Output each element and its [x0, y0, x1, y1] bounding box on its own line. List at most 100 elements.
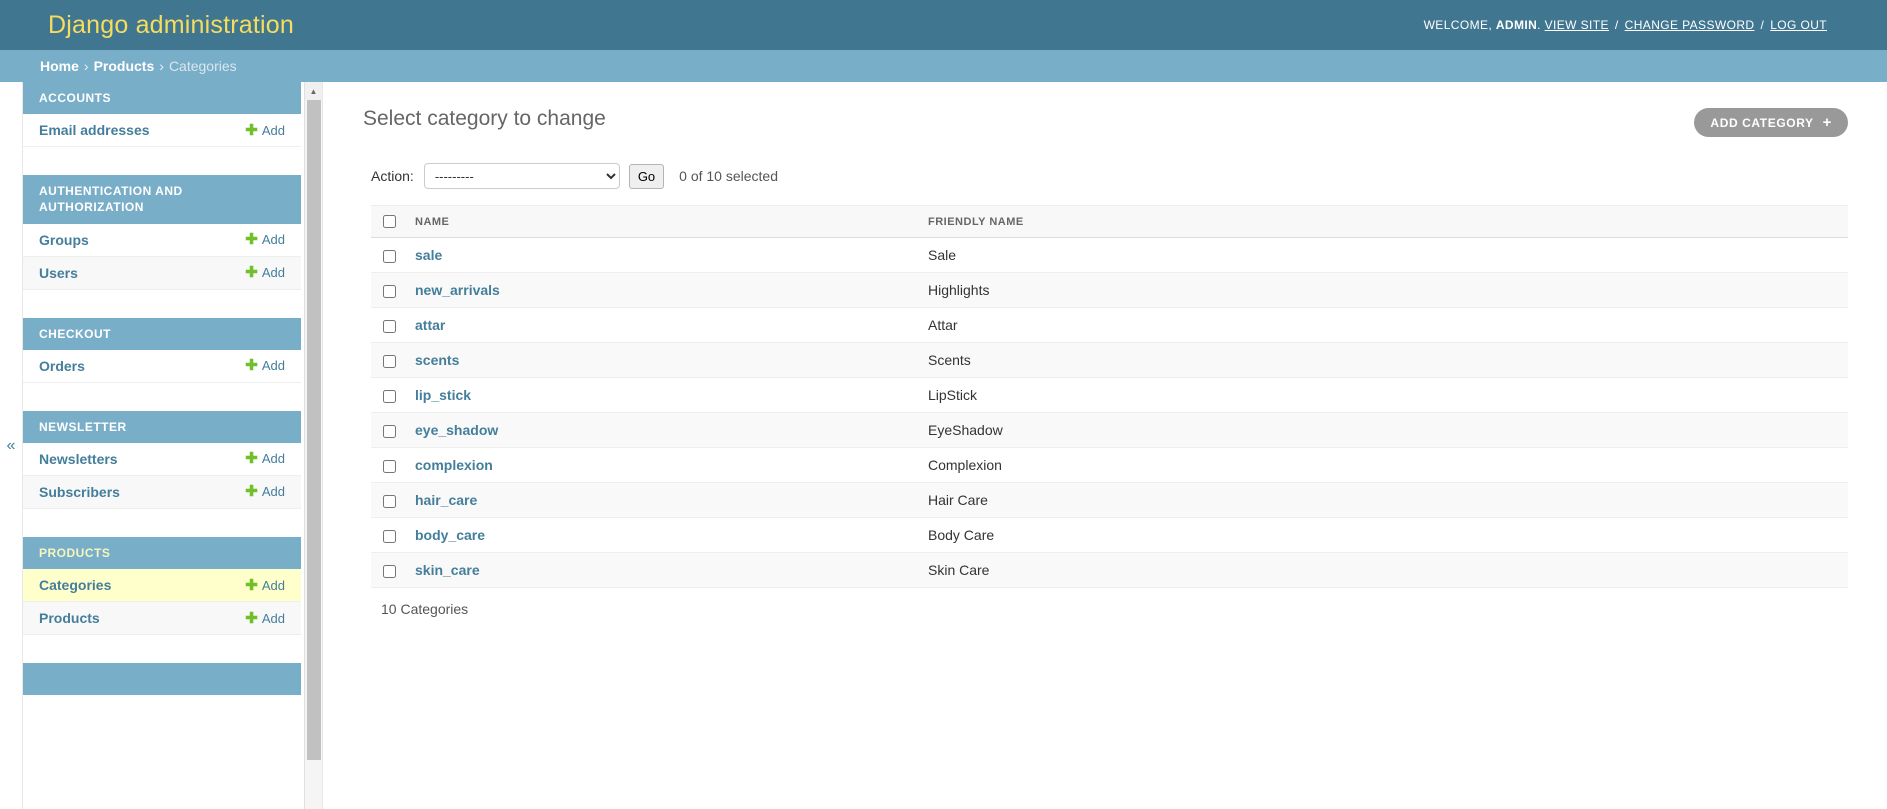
view-site-link[interactable]: VIEW SITE [1545, 18, 1609, 32]
sidebar-item-products[interactable]: Products ✚ Add [23, 602, 301, 636]
row-select-checkbox[interactable] [383, 284, 396, 298]
sidebar-collapse-toggle[interactable]: « [0, 82, 23, 809]
row-select-cell [371, 272, 405, 308]
table-row: eye_shadow EyeShadow [371, 412, 1848, 448]
action-label: Action: [371, 168, 414, 184]
sidebar-item-label[interactable]: Subscribers [39, 484, 120, 500]
category-link[interactable]: new_arrivals [415, 282, 500, 298]
sidebar-item-email-addresses[interactable]: Email addresses ✚ Add [23, 114, 301, 148]
row-select-checkbox[interactable] [383, 459, 396, 473]
sidebar-add-link[interactable]: ✚ Add [245, 358, 285, 373]
cell-name: skin_care [405, 552, 918, 588]
cell-name: lip_stick [405, 377, 918, 413]
sidebar-add-link[interactable]: ✚ Add [245, 232, 285, 247]
sidebar-item-label[interactable]: Groups [39, 232, 89, 248]
plus-icon: + [1822, 114, 1832, 131]
sidebar-app-caption[interactable]: NEWSLETTER [23, 410, 301, 443]
row-select-checkbox[interactable] [383, 529, 396, 543]
row-select-checkbox[interactable] [383, 319, 396, 333]
add-category-button[interactable]: ADD CATEGORY + [1694, 108, 1848, 137]
cell-name: body_care [405, 517, 918, 553]
category-link[interactable]: sale [415, 247, 442, 263]
row-select-cell [371, 482, 405, 518]
table-row: body_care Body Care [371, 517, 1848, 553]
row-select-checkbox[interactable] [383, 494, 396, 508]
sidebar-app-caption[interactable]: CHECKOUT [23, 317, 301, 350]
sidebar-item-label[interactable]: Products [39, 610, 100, 626]
row-select-checkbox[interactable] [383, 424, 396, 438]
row-select-checkbox[interactable] [383, 249, 396, 263]
plus-icon: ✚ [245, 576, 258, 594]
scroll-up-arrow-icon[interactable]: ▲ [305, 82, 322, 100]
select-all-checkbox[interactable] [383, 215, 396, 228]
welcome-label: WELCOME, [1423, 18, 1493, 32]
column-header-friendly-name[interactable]: FRIENDLY NAME [918, 205, 1848, 238]
category-link[interactable]: body_care [415, 527, 485, 543]
cell-friendly-name: LipStick [918, 377, 1848, 413]
plus-icon: ✚ [245, 231, 258, 249]
go-button[interactable]: Go [628, 163, 665, 189]
category-link[interactable]: scents [415, 352, 459, 368]
sidebar-app-caption[interactable]: ACCOUNTS [23, 82, 301, 115]
sidebar-add-link[interactable]: ✚ Add [245, 578, 285, 593]
row-select-checkbox[interactable] [383, 389, 396, 403]
sidebar-app-caption-partial[interactable] [23, 663, 301, 696]
plus-icon: ✚ [245, 483, 258, 501]
category-link[interactable]: lip_stick [415, 387, 471, 403]
cell-name: complexion [405, 447, 918, 483]
row-select-cell [371, 552, 405, 588]
category-link[interactable]: hair_care [415, 492, 477, 508]
plus-icon: ✚ [245, 450, 258, 468]
user-tools-separator-1: / [1614, 18, 1619, 32]
sidebar-add-label: Add [261, 265, 285, 281]
sidebar-item-orders[interactable]: Orders ✚ Add [23, 349, 301, 383]
table-row: hair_care Hair Care [371, 482, 1848, 518]
sidebar-item-label[interactable]: Users [39, 265, 78, 281]
add-category-label: ADD CATEGORY [1710, 115, 1814, 130]
sidebar-item-label[interactable]: Newsletters [39, 451, 118, 467]
log-out-link[interactable]: LOG OUT [1770, 18, 1827, 32]
sidebar-add-link[interactable]: ✚ Add [245, 484, 285, 499]
column-header-name[interactable]: NAME [405, 205, 918, 238]
sidebar-item-users[interactable]: Users ✚ Add [23, 256, 301, 290]
sidebar-item-subscribers[interactable]: Subscribers ✚ Add [23, 475, 301, 509]
sidebar-item-categories[interactable]: Categories ✚ Add [23, 569, 301, 603]
table-row: complexion Complexion [371, 447, 1848, 483]
cell-name: eye_shadow [405, 412, 918, 448]
category-link[interactable]: attar [415, 317, 445, 333]
username-label: ADMIN [1495, 18, 1538, 32]
sidebar-add-link[interactable]: ✚ Add [245, 451, 285, 466]
sidebar-scrollbar[interactable]: ▲ [304, 82, 322, 809]
breadcrumb-home[interactable]: Home [40, 58, 79, 74]
category-link[interactable]: skin_care [415, 562, 480, 578]
sidebar-item-label[interactable]: Email addresses [39, 122, 150, 138]
sidebar-app-module: PRODUCTS Categories ✚ Add Products ✚ Add [23, 536, 301, 636]
plus-icon: ✚ [245, 264, 258, 282]
category-link[interactable]: eye_shadow [415, 422, 498, 438]
sidebar-item-groups[interactable]: Groups ✚ Add [23, 223, 301, 257]
table-row: scents Scents [371, 342, 1848, 378]
sidebar-spacer [23, 508, 301, 537]
sidebar-add-link[interactable]: ✚ Add [245, 123, 285, 138]
category-link[interactable]: complexion [415, 457, 493, 473]
sidebar-scrollbar-thumb[interactable] [307, 100, 321, 760]
sidebar-nav: ACCOUNTS Email addresses ✚ Add AUTHENTICATIO… [23, 82, 301, 809]
breadcrumb-products[interactable]: Products [94, 58, 155, 74]
cell-friendly-name: Hair Care [918, 482, 1848, 518]
sidebar-add-link[interactable]: ✚ Add [245, 611, 285, 626]
row-select-checkbox[interactable] [383, 564, 396, 578]
row-select-checkbox[interactable] [383, 354, 396, 368]
plus-icon: ✚ [245, 609, 258, 627]
change-password-link[interactable]: CHANGE PASSWORD [1625, 18, 1755, 32]
sidebar-add-label: Add [261, 451, 285, 467]
sidebar-app-caption[interactable]: PRODUCTS [23, 536, 301, 570]
page-container: « ACCOUNTS Email addresses ✚ Add AUTHENTICAT… [0, 82, 1887, 809]
cell-name: new_arrivals [405, 272, 918, 308]
row-select-cell [371, 237, 405, 273]
sidebar-add-link[interactable]: ✚ Add [245, 265, 285, 280]
sidebar-app-caption[interactable]: AUTHENTICATION AND AUTHORIZATION [23, 175, 301, 224]
action-select[interactable]: --------- [423, 163, 620, 189]
sidebar-item-label[interactable]: Categories [39, 577, 111, 593]
sidebar-item-newsletters[interactable]: Newsletters ✚ Add [23, 442, 301, 476]
sidebar-item-label[interactable]: Orders [39, 358, 85, 374]
